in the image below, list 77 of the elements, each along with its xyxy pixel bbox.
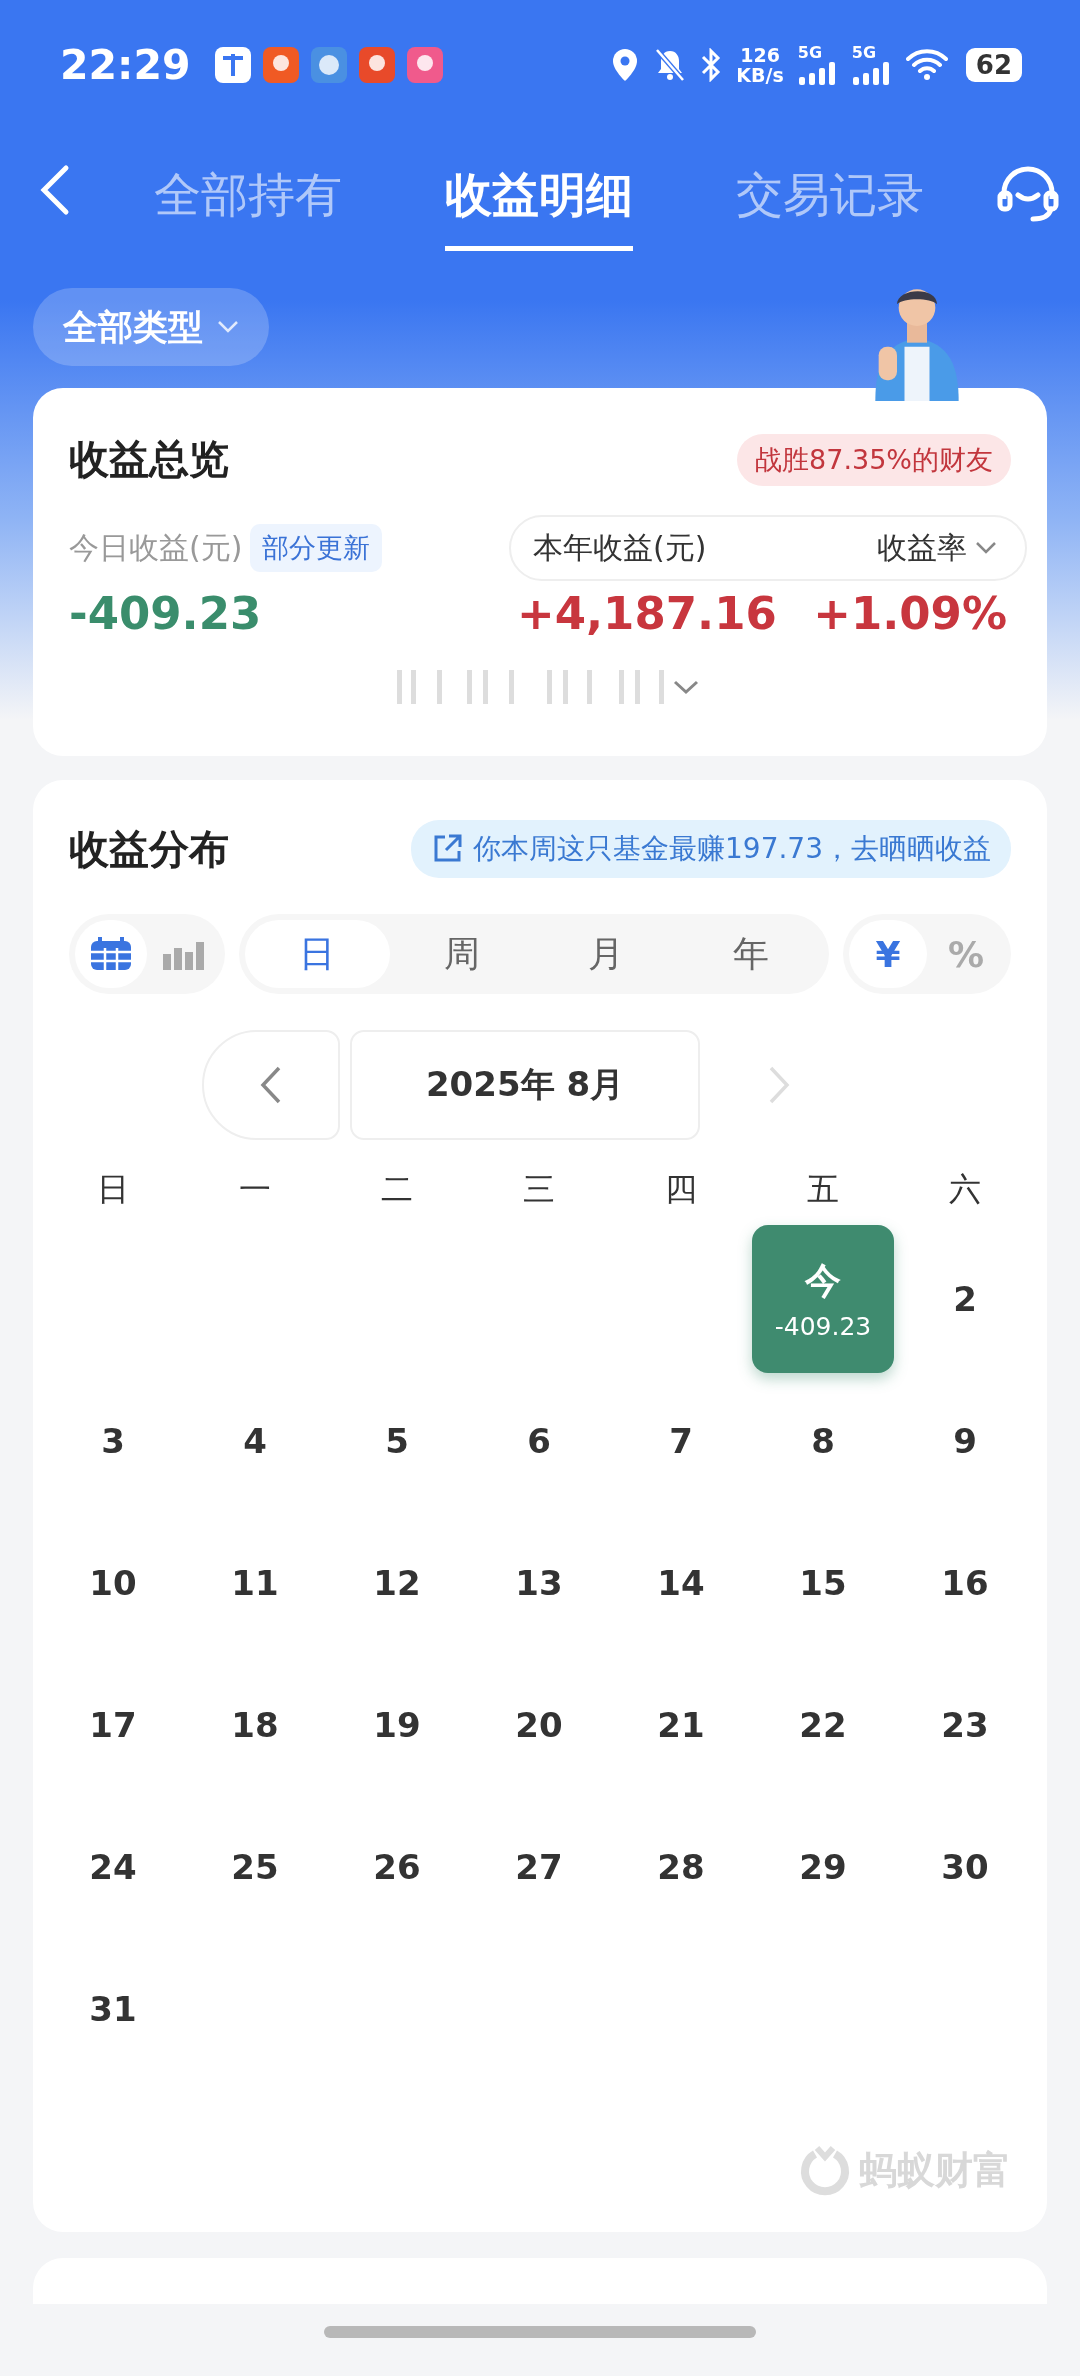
calendar-day[interactable]: 21 [657, 1705, 705, 1745]
bluetooth-icon [700, 48, 723, 82]
section-title: 收益分布 [69, 824, 229, 874]
calendar-day[interactable]: 2 [953, 1279, 977, 1319]
weekday-label: 一 [238, 1169, 272, 1210]
calendar-day[interactable]: 14 [657, 1563, 705, 1603]
weekday-label: 日 [96, 1169, 130, 1210]
share-banner[interactable]: 你本周这只基金最赚197.73，去晒晒收益 [411, 820, 1011, 878]
calendar-view-button[interactable] [75, 920, 147, 988]
calendar-day[interactable]: 5 [385, 1421, 409, 1461]
weekday-label: 五 [806, 1169, 840, 1210]
stat-label: 本年收益(元) [533, 528, 707, 567]
calendar-day[interactable]: 31 [89, 1989, 137, 2029]
period-tab[interactable]: 日 [245, 920, 390, 988]
network-type: 5G [797, 45, 824, 61]
calendar-day[interactable]: 3 [101, 1421, 125, 1461]
stat-value: +1.09% [813, 587, 1007, 640]
calendar-day[interactable]: 12 [373, 1563, 421, 1603]
calendar-day[interactable]: 26 [373, 1847, 421, 1887]
wifi-icon [905, 48, 948, 82]
calendar-day[interactable]: 6 [527, 1421, 551, 1461]
calendar-day[interactable]: 8 [811, 1421, 835, 1461]
brand-logo-icon [799, 2144, 851, 2196]
calendar-day[interactable]: 18 [231, 1705, 279, 1745]
period-tab[interactable]: 年 [678, 920, 823, 988]
month-label: 2025年 8月 [350, 1030, 700, 1140]
weekday-label: 六 [948, 1169, 982, 1210]
calendar-day[interactable]: 9 [953, 1421, 977, 1461]
calendar-icon [89, 936, 133, 972]
period-tab[interactable]: 月 [534, 920, 679, 988]
mute-icon [654, 48, 687, 82]
calendar-day[interactable]: 17 [89, 1705, 137, 1745]
update-tag: 部分更新 [250, 524, 383, 572]
signal-icon [797, 61, 838, 85]
app-icon[interactable] [310, 47, 347, 83]
calendar-day[interactable]: 7 [669, 1421, 693, 1461]
chevron-down-icon [975, 541, 997, 555]
calendar-day[interactable]: 11 [231, 1563, 279, 1603]
app-icon[interactable] [262, 47, 299, 83]
unit-tab[interactable]: ¥ [849, 920, 927, 988]
calendar-day[interactable]: 25 [231, 1847, 279, 1887]
calendar-day[interactable]: 15 [799, 1563, 847, 1603]
rate-dropdown[interactable]: 收益率 [871, 526, 1003, 570]
app-icon[interactable] [214, 47, 251, 83]
tab[interactable]: 收益明细 [445, 139, 633, 251]
network-speed: 126 KB/s [736, 45, 784, 85]
signal-icon [851, 61, 892, 85]
app-icon[interactable] [406, 47, 443, 83]
weekday-label: 二 [380, 1169, 414, 1210]
weekday-label: 三 [522, 1169, 556, 1210]
battery-icon: 62 [965, 48, 1022, 82]
calendar-day[interactable]: 23 [941, 1705, 989, 1745]
calendar-day[interactable]: 16 [941, 1563, 989, 1603]
calendar-day[interactable]: 24 [89, 1847, 137, 1887]
calendar-day[interactable]: 28 [657, 1847, 705, 1887]
calendar-day[interactable]: 30 [941, 1847, 989, 1887]
rank-badge: 战胜87.35%的财友 [737, 433, 1011, 486]
calendar-day[interactable]: 29 [799, 1847, 847, 1887]
stat-value: +4,187.16 [517, 587, 777, 640]
expand-icon[interactable] [671, 679, 700, 695]
weekday-label: 四 [664, 1169, 698, 1210]
chevron-down-icon [217, 320, 239, 334]
calendar-day[interactable]: 13 [515, 1563, 563, 1603]
calendar-day[interactable]: 10 [89, 1563, 137, 1603]
app-icon[interactable] [358, 47, 395, 83]
clock: 22:29 [60, 41, 191, 89]
calendar-day[interactable]: 22 [799, 1705, 847, 1745]
stat-label: 今日收益(元) [69, 528, 243, 567]
calendar-day[interactable]: 4 [243, 1421, 267, 1461]
today-cell[interactable]: 今 -409.23 [752, 1225, 894, 1373]
period-tab[interactable]: 周 [389, 920, 534, 988]
network-type: 5G [851, 45, 878, 61]
calendar-day[interactable]: 20 [515, 1705, 563, 1745]
section-title: 收益总览 [69, 435, 229, 484]
calendar-day[interactable]: 19 [373, 1705, 421, 1745]
stat-value: -409.23 [69, 587, 263, 640]
calendar-day[interactable]: 27 [515, 1847, 563, 1887]
